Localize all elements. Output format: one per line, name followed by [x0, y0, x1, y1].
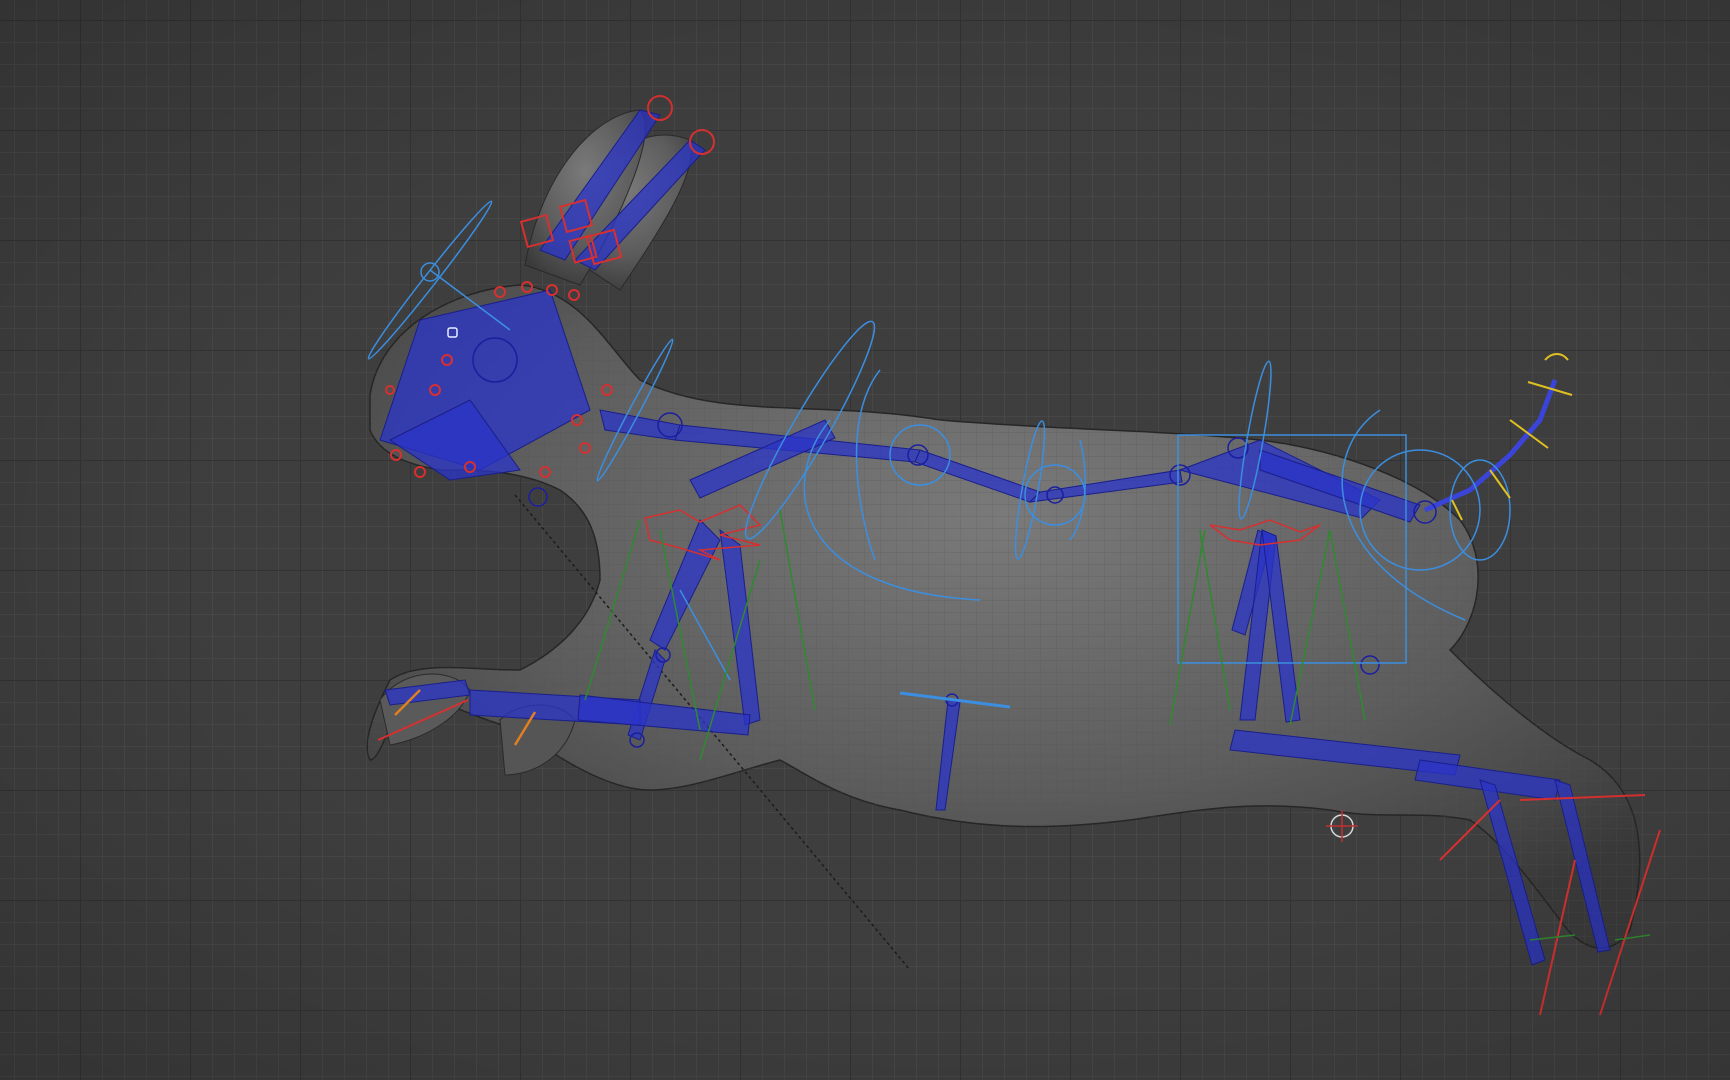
head-aim-handle[interactable]	[420, 262, 440, 282]
lip-control-2[interactable]	[414, 466, 426, 478]
brow-control-4[interactable]	[568, 289, 580, 301]
tail-controls[interactable]	[1451, 353, 1573, 521]
tail-bone[interactable]	[1423, 379, 1558, 513]
3d-viewport[interactable]	[0, 0, 1730, 1080]
tail-control-2[interactable]	[1489, 469, 1511, 499]
joint-jaw[interactable]	[528, 487, 548, 507]
pivot-crosshair-icon[interactable]	[1326, 810, 1358, 842]
tail-control-3[interactable]	[1509, 419, 1549, 449]
rabbit-rig-canvas[interactable]	[0, 0, 1730, 1080]
ear-tip-control-1[interactable]	[647, 95, 673, 121]
tail-tip-control[interactable]	[1544, 353, 1569, 361]
